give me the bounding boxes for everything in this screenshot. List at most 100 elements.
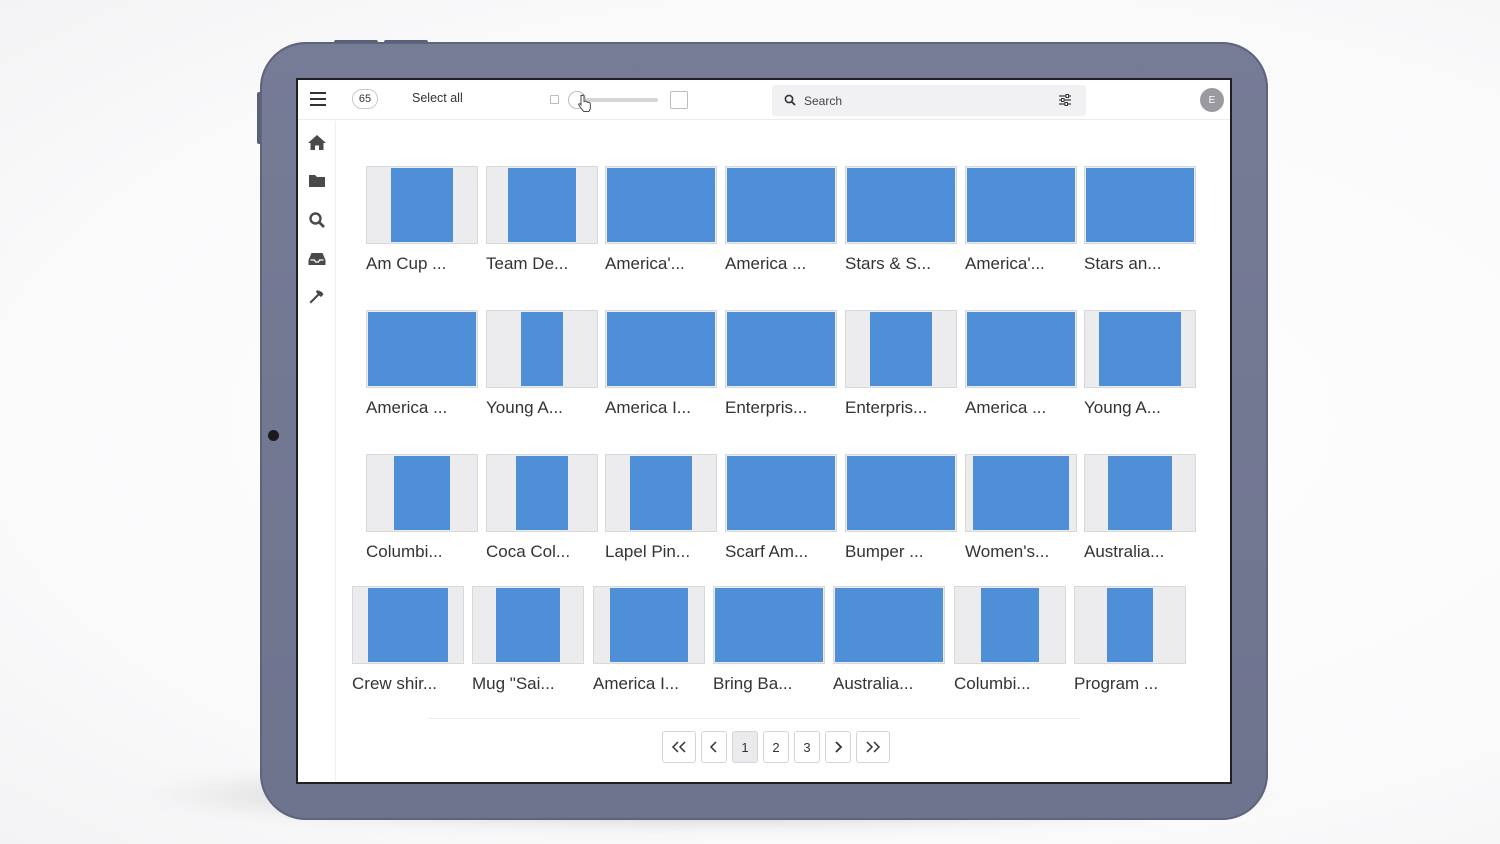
asset-thumbnail[interactable]	[1074, 586, 1186, 664]
asset-tile[interactable]: America I...	[593, 586, 705, 694]
asset-thumbnail[interactable]	[965, 166, 1077, 244]
asset-image	[847, 168, 955, 242]
asset-thumbnail[interactable]	[1084, 454, 1196, 532]
asset-thumbnail[interactable]	[725, 454, 837, 532]
asset-thumbnail[interactable]	[713, 586, 825, 664]
asset-image	[847, 456, 955, 530]
asset-tile[interactable]: Crew shir...	[352, 586, 464, 694]
asset-caption: Enterpris...	[725, 398, 808, 417]
asset-tile[interactable]: Young A...	[1084, 310, 1196, 418]
asset-tile[interactable]: Coca Col...	[486, 454, 598, 562]
asset-image	[1108, 456, 1172, 530]
asset-image	[870, 312, 932, 386]
asset-caption: Coca Col...	[486, 542, 571, 561]
asset-thumbnail[interactable]	[725, 310, 837, 388]
asset-thumbnail[interactable]	[965, 310, 1077, 388]
asset-thumbnail[interactable]	[366, 166, 478, 244]
page-2-button[interactable]: 2	[763, 731, 789, 763]
asset-thumbnail[interactable]	[605, 454, 717, 532]
asset-thumbnail[interactable]	[605, 166, 717, 244]
asset-image	[973, 456, 1069, 530]
asset-tile[interactable]: Bring Ba...	[713, 586, 825, 694]
asset-tile[interactable]: Stars an...	[1084, 166, 1196, 274]
asset-tile[interactable]: America ...	[725, 166, 837, 274]
asset-image	[508, 168, 576, 242]
asset-tile[interactable]: America ...	[366, 310, 478, 418]
asset-tile[interactable]: Australia...	[1084, 454, 1196, 562]
asset-thumbnail[interactable]	[725, 166, 837, 244]
asset-thumbnail[interactable]	[845, 310, 957, 388]
camera-dot	[268, 430, 279, 441]
asset-caption: Lapel Pin...	[605, 542, 691, 561]
asset-tile[interactable]: Columbi...	[954, 586, 1066, 694]
asset-caption: Crew shir...	[352, 674, 438, 693]
asset-image	[368, 588, 448, 662]
asset-thumbnail[interactable]	[366, 454, 478, 532]
asset-thumbnail[interactable]	[833, 586, 945, 664]
asset-tile[interactable]: Bumper ...	[845, 454, 957, 562]
asset-tile[interactable]: Stars & S...	[845, 166, 957, 274]
asset-thumbnail[interactable]	[845, 454, 957, 532]
asset-thumbnail[interactable]	[1084, 310, 1196, 388]
asset-tile[interactable]: Women's...	[965, 454, 1077, 562]
asset-tile[interactable]: Australia...	[833, 586, 945, 694]
asset-tile[interactable]: Lapel Pin...	[605, 454, 717, 562]
asset-caption: Women's...	[965, 542, 1050, 561]
asset-image	[1086, 168, 1194, 242]
asset-image	[727, 456, 835, 530]
asset-thumbnail[interactable]	[593, 586, 705, 664]
asset-thumbnail[interactable]	[486, 310, 598, 388]
asset-tile[interactable]: Enterpris...	[725, 310, 837, 418]
asset-image	[521, 312, 563, 386]
asset-thumbnail[interactable]	[845, 166, 957, 244]
asset-tile[interactable]: Program ...	[1074, 586, 1186, 694]
asset-tile[interactable]: America'...	[965, 166, 1077, 274]
asset-thumbnail[interactable]	[954, 586, 1066, 664]
asset-image	[394, 456, 450, 530]
asset-tile[interactable]: Enterpris...	[845, 310, 957, 418]
asset-caption: Young A...	[1084, 398, 1161, 417]
asset-tile[interactable]: America ...	[965, 310, 1077, 418]
asset-caption: Program ...	[1074, 674, 1159, 693]
asset-image	[607, 168, 715, 242]
asset-caption: America'...	[605, 254, 685, 273]
asset-tile[interactable]: America'...	[605, 166, 717, 274]
asset-image	[516, 456, 568, 530]
asset-thumbnail[interactable]	[352, 586, 464, 664]
asset-caption: Australia...	[833, 674, 914, 693]
asset-tile[interactable]: Scarf Am...	[725, 454, 837, 562]
asset-caption: Young A...	[486, 398, 563, 417]
asset-tile[interactable]: Am Cup ...	[366, 166, 478, 274]
asset-caption: America ...	[725, 254, 807, 273]
asset-caption: Scarf Am...	[725, 542, 809, 561]
last-page-button[interactable]	[856, 731, 890, 763]
asset-thumbnail[interactable]	[486, 454, 598, 532]
first-page-button[interactable]	[662, 731, 696, 763]
asset-caption: Stars an...	[1084, 254, 1162, 273]
asset-image	[715, 588, 823, 662]
asset-thumbnail[interactable]	[1084, 166, 1196, 244]
asset-tile[interactable]: Team De...	[486, 166, 598, 274]
asset-tile[interactable]: America I...	[605, 310, 717, 418]
page-3-button[interactable]: 3	[794, 731, 820, 763]
asset-thumbnail[interactable]	[366, 310, 478, 388]
next-page-button[interactable]	[825, 731, 851, 763]
asset-image	[981, 588, 1039, 662]
asset-image	[391, 168, 453, 242]
asset-tile[interactable]: Columbi...	[366, 454, 478, 562]
asset-thumbnail[interactable]	[605, 310, 717, 388]
prev-page-button[interactable]	[701, 731, 727, 763]
asset-thumbnail[interactable]	[472, 586, 584, 664]
asset-tile[interactable]: Mug "Sai...	[472, 586, 584, 694]
asset-tile[interactable]: Young A...	[486, 310, 598, 418]
asset-image	[607, 312, 715, 386]
page-1-button[interactable]: 1	[732, 731, 758, 763]
asset-image	[630, 456, 692, 530]
app-screen: 65 Select all Search E Am Cup ... Team D…	[296, 78, 1232, 784]
asset-thumbnail[interactable]	[486, 166, 598, 244]
asset-thumbnail[interactable]	[965, 454, 1077, 532]
asset-caption: Bring Ba...	[713, 674, 793, 693]
asset-caption: Bumper ...	[845, 542, 924, 561]
asset-image	[610, 588, 688, 662]
asset-image	[1099, 312, 1181, 386]
